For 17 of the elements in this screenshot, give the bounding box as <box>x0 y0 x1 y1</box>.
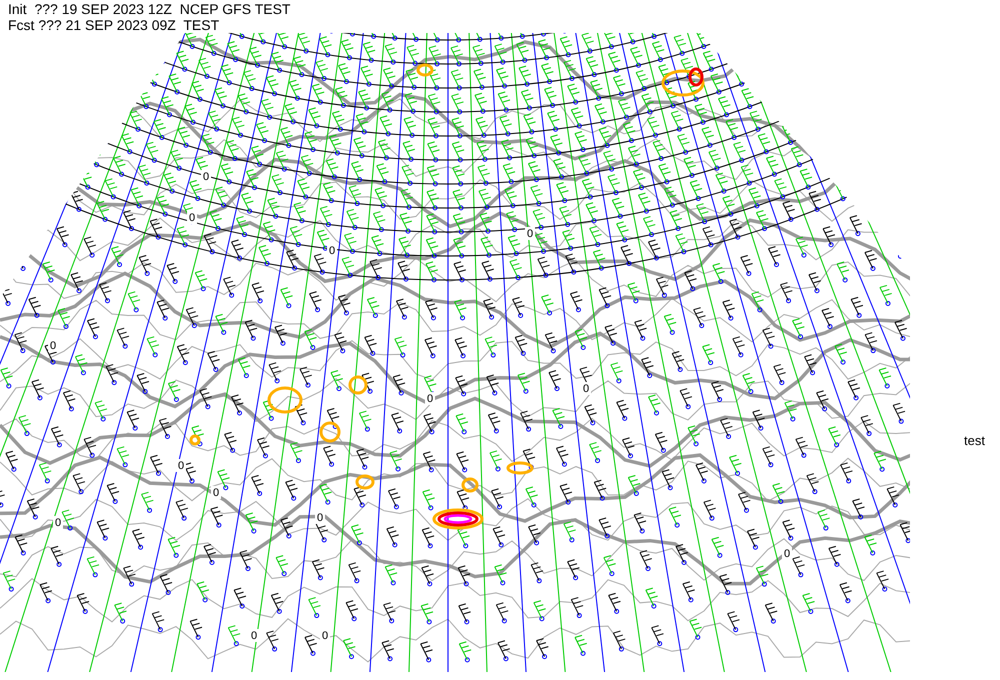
contour-label: 0 <box>317 512 324 524</box>
contour-label: 0 <box>213 487 220 499</box>
contour-label: 0 <box>583 383 590 395</box>
contour-label: 0 <box>527 228 534 240</box>
contour-label: 0 <box>189 212 196 224</box>
contour-label: 0 <box>50 340 56 352</box>
contour-label: 0 <box>251 630 258 642</box>
contour-label: 0 <box>322 630 328 642</box>
contour-label: 0 <box>203 171 210 183</box>
side-label: test <box>964 433 985 448</box>
contour-label: 0 <box>329 245 336 257</box>
init-line: Init ??? 19 SEP 2023 12Z NCEP GFS TEST <box>8 1 290 17</box>
contour-label: 0 <box>178 460 184 472</box>
forecast-line: Fcst ??? 21 SEP 2023 09Z TEST <box>8 17 220 33</box>
contour-label: 0 <box>784 548 790 560</box>
contour-label: 0 <box>55 517 62 529</box>
contour-label: 0 <box>427 393 434 405</box>
